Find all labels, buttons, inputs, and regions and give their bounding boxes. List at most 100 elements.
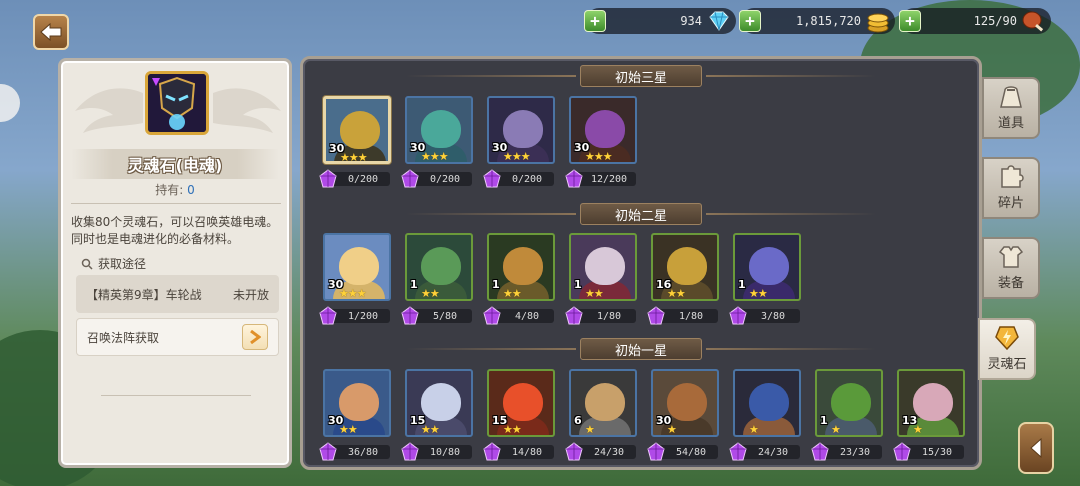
soul-stone-grid-panel: 初始三星 30 ★★★ 0/200 30 ★★★ 0/200 30 ★★★ 0/200 30 ★★★ 1… <box>300 56 982 470</box>
hero-head <box>503 110 543 148</box>
side-chat-bubble[interactable] <box>0 84 20 122</box>
purple-gem-icon <box>565 442 583 461</box>
hero-soul-card[interactable]: 30 ★★ 36/80 <box>319 369 391 461</box>
chevron-left-icon <box>1030 438 1042 458</box>
hero-level: 6 <box>574 414 582 427</box>
hero-stars: ★★★ <box>421 150 449 163</box>
add-gold-button[interactable]: + <box>739 10 761 32</box>
add-diamond-button[interactable]: + <box>584 10 606 32</box>
hero-head <box>339 247 379 285</box>
hero-soul-card[interactable]: 15 ★★ 10/80 <box>401 369 473 461</box>
purple-gem-icon <box>811 442 829 461</box>
header-line <box>706 213 876 215</box>
hero-stars: ★ <box>913 423 923 436</box>
hero-soul-card[interactable]: 30 ★★★ 1/200 <box>319 233 391 325</box>
hero-soul-card[interactable]: 1 ★★ 1/80 <box>565 233 637 325</box>
hero-head <box>503 247 543 285</box>
hero-soul-card[interactable]: 30 ★★★ 0/200 <box>401 96 473 188</box>
purple-gem-icon <box>565 169 583 188</box>
route-summon-circle[interactable]: 召唤法阵获取 <box>76 318 279 356</box>
hero-soul-card[interactable]: 30 ★★★ 12/200 <box>565 96 637 188</box>
tab-label: 装备 <box>997 276 1024 291</box>
purple-gem-icon <box>565 306 583 325</box>
hero-level: 1 <box>820 414 828 427</box>
gold-counter: + 1,815,720 <box>739 8 895 34</box>
hero-portrait: 1 ★★ <box>487 233 555 301</box>
hero-portrait: 30 ★★★ <box>323 96 391 164</box>
puzzle-icon <box>1001 165 1024 188</box>
route-label: 召唤法阵获取 <box>87 330 160 345</box>
header-line <box>406 75 576 77</box>
hero-stars: ★★ <box>421 287 440 300</box>
purple-gem-icon <box>729 442 747 461</box>
hero-soul-card[interactable]: 15 ★★ 14/80 <box>483 369 555 461</box>
purple-gem-icon <box>319 169 337 188</box>
tab-equipment[interactable]: 装备 <box>982 237 1040 299</box>
hero-portrait: 30 ★★ <box>323 369 391 437</box>
header-line <box>406 213 576 215</box>
diamond-icon <box>709 11 729 31</box>
hero-stars: ★★ <box>503 423 522 436</box>
hero-soul-card[interactable]: ★ 24/30 <box>729 369 801 461</box>
soul-stone-icon <box>995 326 1019 350</box>
tab-label: 碎片 <box>997 196 1024 211</box>
hero-stars: ★★ <box>503 287 522 300</box>
item-name: 灵魂石(电魂) <box>71 149 279 179</box>
item-description: 收集80个灵魂石，可以召唤英雄电魂。同时也是电魂进化的必备材料。 <box>71 215 279 246</box>
hero-head <box>831 383 871 421</box>
diamond-counter: + 934 <box>584 8 736 34</box>
hero-portrait: ★ <box>733 369 801 437</box>
route-elite-chapter[interactable]: 【精英第9章】车轮战 未开放 <box>76 275 279 313</box>
hero-stars: ★ <box>585 423 595 436</box>
hero-head <box>667 383 707 421</box>
tab-items[interactable]: 道具 <box>982 77 1040 139</box>
hero-stars: ★★ <box>585 287 604 300</box>
purple-gem-icon <box>401 442 419 461</box>
hero-soul-card[interactable]: 1 ★ 23/30 <box>811 369 883 461</box>
tab-label: 灵魂石 <box>987 357 1027 372</box>
soul-stone-portrait <box>145 71 209 135</box>
hero-stars: ★★ <box>421 423 440 436</box>
hero-stars: ★★★ <box>340 151 368 164</box>
section-header: 初始二星 <box>303 203 979 225</box>
bag-icon <box>1000 86 1022 108</box>
hero-stars: ★★ <box>339 423 358 436</box>
hero-head <box>421 110 461 148</box>
hero-soul-card[interactable]: 13 ★ 15/30 <box>893 369 965 461</box>
left-wing-decoration <box>75 88 143 133</box>
section-title: 初始一星 <box>580 338 702 360</box>
hero-head <box>585 247 625 285</box>
hero-soul-card[interactable]: 1 ★★ 4/80 <box>483 233 555 325</box>
add-stamina-button[interactable]: + <box>899 10 921 32</box>
hero-stars: ★★★ <box>585 150 613 163</box>
obtain-route-title: 获取途径 <box>98 257 147 271</box>
hero-soul-card[interactable]: 6 ★ 24/30 <box>565 369 637 461</box>
owned-label: 持有: <box>155 183 184 197</box>
hero-soul-card[interactable]: 30 ★★★ 0/200 <box>319 96 391 188</box>
hero-portrait: 1 ★★ <box>405 233 473 301</box>
hero-soul-card[interactable]: 16 ★★ 1/80 <box>647 233 719 325</box>
hero-stars: ★ <box>749 423 759 436</box>
hero-portrait: 6 ★ <box>569 369 637 437</box>
hero-soul-card[interactable]: 30 ★★★ 0/200 <box>483 96 555 188</box>
tab-fragments[interactable]: 碎片 <box>982 157 1040 219</box>
magnifier-icon <box>81 258 93 270</box>
hero-stars: ★★★ <box>503 150 531 163</box>
purple-gem-icon <box>647 306 665 325</box>
hero-stars: ★★★ <box>339 287 367 300</box>
route-status: 未开放 <box>232 287 269 302</box>
hero-soul-card[interactable]: 30 ★ 54/80 <box>647 369 719 461</box>
hero-soul-card[interactable]: 1 ★★ 5/80 <box>401 233 473 325</box>
hero-soul-card[interactable]: 1 ★★ 3/80 <box>729 233 801 325</box>
tab-soul-stone[interactable]: 灵魂石 <box>978 318 1036 380</box>
hero-stars: ★★ <box>749 287 768 300</box>
hero-portrait: 15 ★★ <box>487 369 555 437</box>
hero-portrait: 30 ★★★ <box>569 96 637 164</box>
hero-head <box>585 383 625 421</box>
collapse-panel-button[interactable] <box>1018 422 1054 474</box>
hero-head <box>749 247 789 285</box>
go-button[interactable] <box>242 324 268 350</box>
back-button[interactable] <box>33 14 69 50</box>
hero-head <box>585 110 625 148</box>
hero-portrait: 13 ★ <box>897 369 965 437</box>
